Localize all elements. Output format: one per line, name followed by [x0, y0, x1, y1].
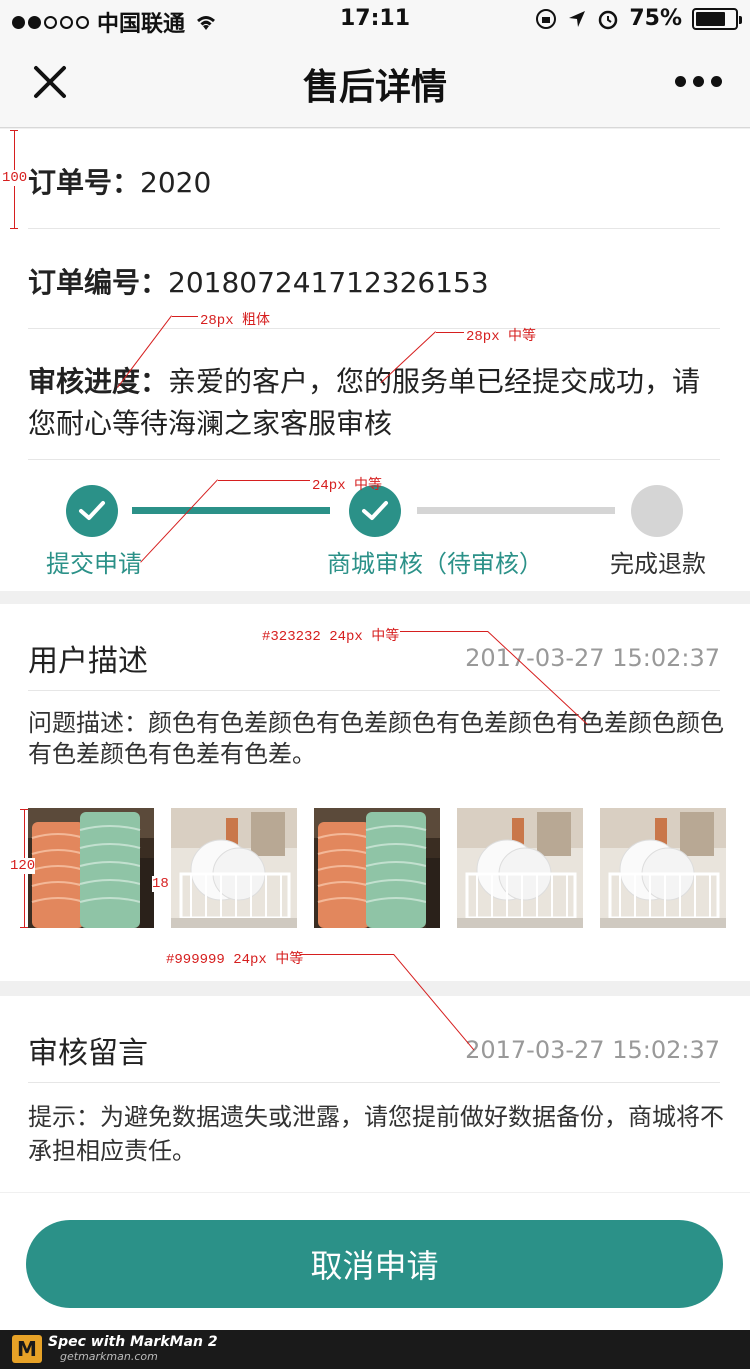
- annotation-28px-medium: 28px 中等: [466, 329, 537, 345]
- user-description-title: 用户描述: [28, 644, 148, 679]
- problem-description: 问题描述：颜色有色差颜色有色差颜色有色差颜色有色差颜色颜色有色差颜色有色差有色差…: [28, 709, 724, 768]
- annotation-28px-bold: 28px 粗体: [200, 313, 271, 329]
- markman-footer: M Spec with MarkMan 2 getmarkman.com: [0, 1330, 750, 1369]
- annotation-line: [400, 631, 488, 632]
- page-title: 售后详情: [302, 67, 447, 108]
- review-message-time: 2017-03-27 15:02:37: [465, 1036, 720, 1064]
- annotation-line: [300, 954, 394, 955]
- annotation-18: 18: [152, 876, 169, 892]
- nav-bar: 售后详情: [0, 40, 750, 128]
- step-3-circle-icon: [631, 485, 683, 537]
- cancel-request-button[interactable]: 取消申请: [26, 1220, 723, 1308]
- thumbnail-dish-rack-3[interactable]: [600, 808, 726, 928]
- step-3-label: 完成退款: [610, 550, 706, 578]
- order-number-value: 2020: [140, 166, 212, 199]
- step-2-label: 商城审核（待审核）: [327, 550, 543, 578]
- annotation-tick: [10, 228, 18, 229]
- annotation-24px-medium: 24px 中等: [312, 478, 383, 494]
- thumbnail-dish-rack-1[interactable]: [171, 808, 297, 928]
- review-progress-row: 审核进度：亲爱的客户，您的服务单已经提交成功，请您耐心等待海澜之家客服审核: [28, 329, 720, 460]
- user-description-card: 用户描述 2017-03-27 15:02:37 问题描述：颜色有色差颜色有色差…: [0, 604, 750, 981]
- progress-bar-1: [132, 507, 330, 514]
- annotation-999999-24px: #999999 24px 中等: [166, 952, 304, 968]
- order-code-value: 20180724171232615​3: [168, 266, 489, 299]
- battery-percent: 75%: [629, 6, 682, 31]
- markman-logo: M: [12, 1335, 42, 1363]
- alarm-icon: [599, 10, 618, 29]
- order-code-row: 订单编号：20180724171232615​3: [28, 229, 720, 329]
- annotation-tick: [20, 809, 28, 810]
- annotation-tick: [10, 130, 18, 131]
- image-gallery: [28, 808, 726, 928]
- annotation-tick: [20, 927, 28, 928]
- order-number-row: 订单号：2020: [28, 129, 720, 229]
- step-1-check-icon: [66, 485, 118, 537]
- review-message-card: 审核留言 2017-03-27 15:02:37 提示：为避免数据遗失或泄露，请…: [0, 996, 750, 1192]
- thumbnail-dish-rack-2[interactable]: [457, 808, 583, 928]
- annotation-100: 100: [2, 170, 28, 186]
- status-bar: 中国联通 17:11 75%: [0, 0, 750, 40]
- annotation-323232-24px: #323232 24px 中等: [262, 629, 400, 645]
- user-description-header: 用户描述 2017-03-27 15:02:37: [28, 604, 720, 691]
- more-icon[interactable]: [675, 76, 722, 87]
- annotation-line: [172, 316, 198, 317]
- order-code-label: 订单编号：: [28, 266, 169, 299]
- bottom-bar: 取消申请: [0, 1193, 750, 1330]
- location-icon: [569, 10, 586, 27]
- step-1-label: 提交申请: [46, 550, 142, 578]
- progress-bar-2: [417, 507, 615, 514]
- footer-title: Spec with MarkMan 2: [48, 1334, 218, 1350]
- annotation-line: [436, 332, 464, 333]
- battery-icon: [692, 7, 742, 30]
- review-message-header: 审核留言 2017-03-27 15:02:37: [28, 996, 720, 1083]
- order-card: 订单号：2020 订单编号：20180724171232615​3 审核进度：亲…: [0, 129, 750, 591]
- order-number-label: 订单号：: [28, 166, 141, 199]
- review-progress-label: 审核进度：: [28, 365, 169, 398]
- status-right: 75%: [535, 6, 742, 31]
- review-message-text: 提示：为避免数据遗失或泄露，请您提前做好数据备份，商城将不承担相应责任。: [28, 1103, 724, 1165]
- annotation-line: [218, 480, 310, 481]
- thumbnail-towel-rolls-1[interactable]: [28, 808, 154, 928]
- rotation-lock-icon: [536, 8, 557, 29]
- footer-url: getmarkman.com: [60, 1350, 158, 1363]
- thumbnail-towel-rolls-2[interactable]: [314, 808, 440, 928]
- review-message-title: 审核留言: [28, 1036, 148, 1071]
- user-description-time: 2017-03-27 15:02:37: [465, 644, 720, 672]
- annotation-120: 120: [10, 858, 36, 874]
